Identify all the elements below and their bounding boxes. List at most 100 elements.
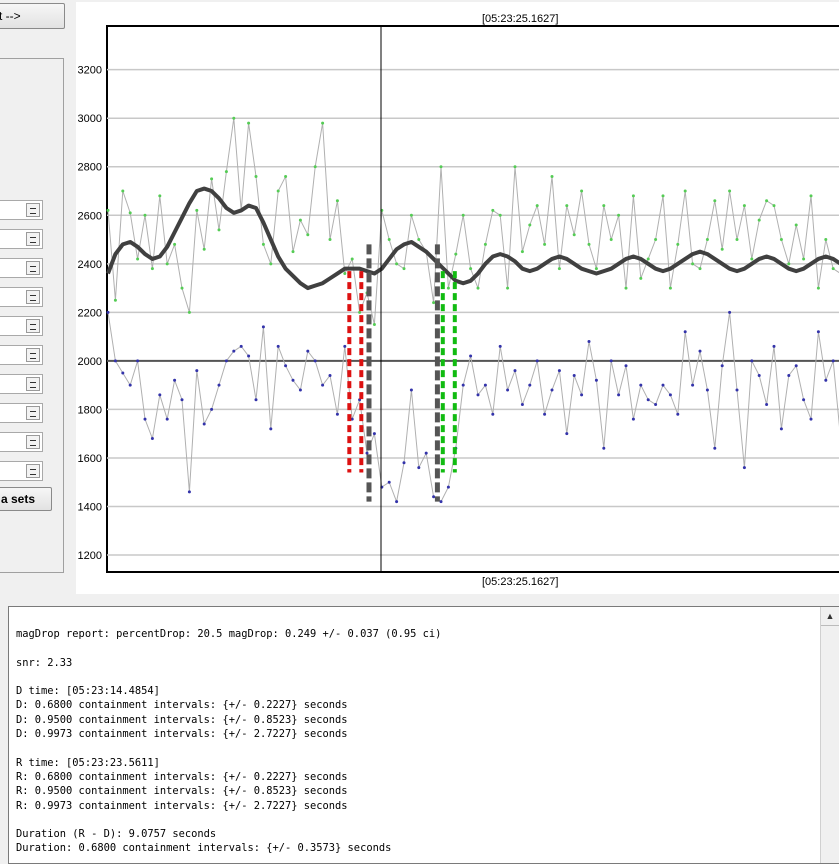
data-point <box>180 398 184 402</box>
data-point <box>210 177 214 181</box>
data-point <box>735 388 739 392</box>
spinner-9[interactable] <box>0 432 43 452</box>
data-point <box>439 500 443 504</box>
spinner-arrows-icon[interactable] <box>26 261 40 275</box>
spinner-arrows-icon[interactable] <box>26 377 40 391</box>
data-point <box>150 437 154 441</box>
spinner-6[interactable] <box>0 345 43 365</box>
data-point <box>350 257 354 261</box>
data-point <box>602 204 606 208</box>
data-point <box>705 388 709 392</box>
spinner-arrows-icon[interactable] <box>26 406 40 420</box>
data-point <box>668 286 672 290</box>
spinner-8[interactable] <box>0 403 43 423</box>
vertical-scrollbar[interactable]: ▲ <box>820 607 839 863</box>
spinner-10[interactable] <box>0 461 43 481</box>
data-point <box>395 500 399 504</box>
report-line: D: 0.9500 containment intervals: {+/- 0.… <box>16 713 348 726</box>
data-point <box>520 403 524 407</box>
plot-canvas[interactable]: 1200 1400 1600 1800 2000 2200 2400 2600 2800 3000… <box>76 2 839 594</box>
y-tick-label: 1200 <box>78 550 102 562</box>
data-point <box>587 242 591 246</box>
data-point <box>417 466 421 470</box>
spinner-arrows-icon[interactable] <box>26 435 40 449</box>
data-point <box>424 451 428 455</box>
data-point <box>217 383 221 387</box>
data-point <box>661 383 665 387</box>
data-point <box>284 174 288 178</box>
data-point <box>713 446 717 450</box>
spinner-arrows-icon[interactable] <box>26 348 40 362</box>
data-point <box>446 286 450 290</box>
triangle-up-icon[interactable]: ▲ <box>821 607 839 626</box>
data-point <box>587 339 591 343</box>
data-point <box>165 417 169 421</box>
data-point <box>528 223 532 227</box>
data-point <box>469 267 473 271</box>
data-point <box>461 383 465 387</box>
report-line <box>16 813 441 827</box>
data-point <box>158 194 162 198</box>
data-point <box>691 262 695 266</box>
spinner-arrows-icon[interactable] <box>26 464 40 478</box>
data-point <box>824 238 828 242</box>
data-point <box>143 213 147 217</box>
data-point <box>402 267 406 271</box>
spinner-arrows-icon[interactable] <box>26 232 40 246</box>
data-point <box>158 393 162 397</box>
data-point <box>779 238 783 242</box>
report-line <box>16 641 441 655</box>
spinner-3[interactable] <box>0 258 43 278</box>
report-text: magDrop report: percentDrop: 20.5 magDro… <box>16 627 441 856</box>
data-point <box>261 325 265 329</box>
data-point <box>661 194 665 198</box>
data-point <box>676 242 680 246</box>
data-point <box>631 417 635 421</box>
spinner-4[interactable] <box>0 287 43 307</box>
spinner-7[interactable] <box>0 374 43 394</box>
data-point <box>483 242 487 246</box>
data-point <box>343 344 347 348</box>
report-line: R time: [05:23:23.5611] <box>16 756 160 769</box>
data-point <box>824 378 828 382</box>
y-tick-label: 1600 <box>78 453 102 465</box>
data-point <box>580 189 584 193</box>
data-point <box>557 267 561 271</box>
spinner-1[interactable] <box>0 200 43 220</box>
add-data-sets-button[interactable]: a sets <box>0 487 52 511</box>
data-point <box>439 165 443 169</box>
report-line: snr: 2.33 <box>16 656 73 669</box>
data-point <box>735 238 739 242</box>
data-point <box>624 286 628 290</box>
data-point <box>543 412 547 416</box>
data-point <box>646 257 650 261</box>
data-point <box>765 403 769 407</box>
data-point <box>232 349 236 353</box>
spinner-5[interactable] <box>0 316 43 336</box>
light-curve-plot[interactable]: 1200 1400 1600 1800 2000 2200 2400 2600 2800 3000… <box>76 2 839 594</box>
data-point <box>498 213 502 217</box>
data-point <box>809 417 813 421</box>
data-point <box>668 393 672 397</box>
data-point <box>831 359 835 363</box>
spinner-arrows-icon[interactable] <box>26 203 40 217</box>
data-point <box>491 208 495 212</box>
data-point <box>506 388 510 392</box>
data-point <box>306 349 310 353</box>
data-point <box>365 451 369 455</box>
data-point <box>343 272 347 276</box>
spinner-arrows-icon[interactable] <box>26 319 40 333</box>
report-line: Duration (R - D): 9.0757 seconds <box>16 828 217 841</box>
report-panel[interactable]: magDrop report: percentDrop: 20.5 magDro… <box>8 606 839 864</box>
spinner-arrows-icon[interactable] <box>26 290 40 304</box>
data-point <box>572 233 576 237</box>
data-point <box>136 359 140 363</box>
data-point <box>358 310 362 314</box>
next-button[interactable]: t --> <box>0 3 65 29</box>
data-point <box>224 359 228 363</box>
data-point <box>321 121 325 125</box>
data-point <box>802 257 806 261</box>
data-point <box>128 211 132 215</box>
spinner-2[interactable] <box>0 229 43 249</box>
data-point <box>765 199 769 203</box>
